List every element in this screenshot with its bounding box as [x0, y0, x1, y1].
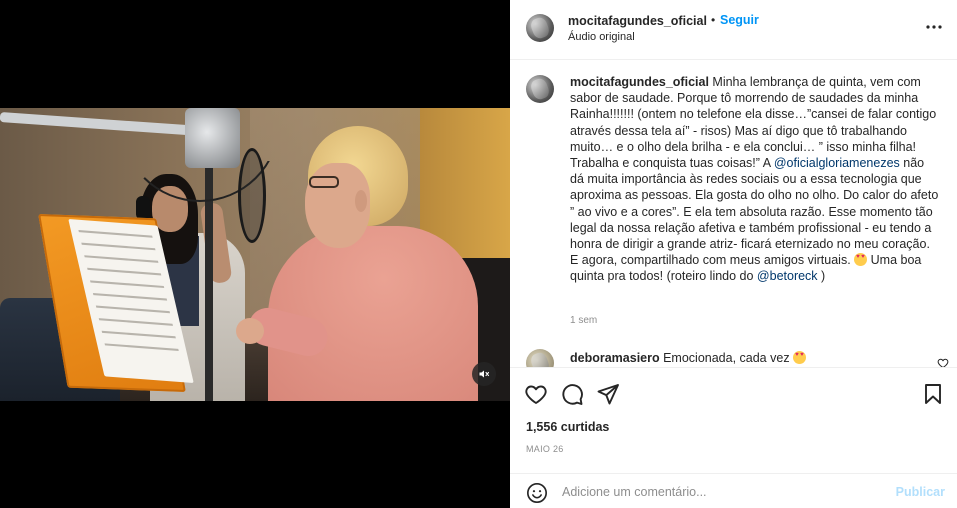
- comment-text: deboramasiero Emocionada, cada vez: [570, 351, 807, 365]
- audio-link[interactable]: Áudio original: [568, 31, 635, 43]
- comments-list[interactable]: mocitafagundes_oficial Minha lembrança d…: [510, 61, 957, 367]
- separator-dot: •: [711, 13, 716, 27]
- add-comment-bar: Publicar: [510, 473, 957, 508]
- post-actions: 1,556 curtidas MAIO 26: [510, 367, 957, 473]
- mute-button[interactable]: [472, 362, 496, 386]
- caption-avatar[interactable]: [526, 75, 554, 103]
- video-scene-pop-filter: [238, 148, 266, 243]
- speaker-muted-icon: [479, 370, 490, 378]
- video-player[interactable]: [0, 108, 510, 401]
- more-horizontal-icon[interactable]: [925, 20, 943, 34]
- caption-username[interactable]: mocitafagundes_oficial: [570, 75, 709, 89]
- commenter-username[interactable]: deboramasiero: [570, 351, 660, 365]
- likes-count[interactable]: 1,556 curtidas: [526, 420, 609, 434]
- paper-plane-icon[interactable]: [596, 382, 620, 406]
- mention-link[interactable]: @betoreck: [757, 269, 818, 283]
- post-header: mocitafagundes_oficial • Seguir Áudio or…: [510, 0, 957, 60]
- caption-text: mocitafagundes_oficial Minha lembrança d…: [570, 74, 940, 285]
- media-pane: [0, 0, 510, 508]
- post-date: MAIO 26: [526, 444, 564, 454]
- comment-like-heart-icon[interactable]: [937, 357, 949, 367]
- post-sidebar: mocitafagundes_oficial • Seguir Áudio or…: [510, 0, 957, 508]
- author-username[interactable]: mocitafagundes_oficial: [568, 14, 707, 28]
- commenter-avatar[interactable]: [526, 349, 554, 367]
- heart-eyes-emoji-icon: [854, 253, 868, 267]
- publish-button[interactable]: Publicar: [896, 485, 945, 499]
- caption-timestamp[interactable]: 1 sem: [570, 315, 597, 326]
- bookmark-icon[interactable]: [921, 382, 945, 406]
- comment-input[interactable]: [562, 481, 882, 503]
- comment-icon[interactable]: [560, 382, 584, 406]
- mention-link[interactable]: @oficialgloriamenezes: [774, 156, 900, 170]
- video-scene-microphone: [185, 108, 240, 168]
- follow-button[interactable]: Seguir: [720, 13, 759, 27]
- heart-eyes-emoji-icon: [793, 351, 807, 364]
- heart-icon[interactable]: [524, 382, 548, 406]
- smiley-icon[interactable]: [526, 482, 548, 504]
- author-avatar[interactable]: [526, 14, 554, 42]
- video-scene-mic-stand: [205, 168, 213, 401]
